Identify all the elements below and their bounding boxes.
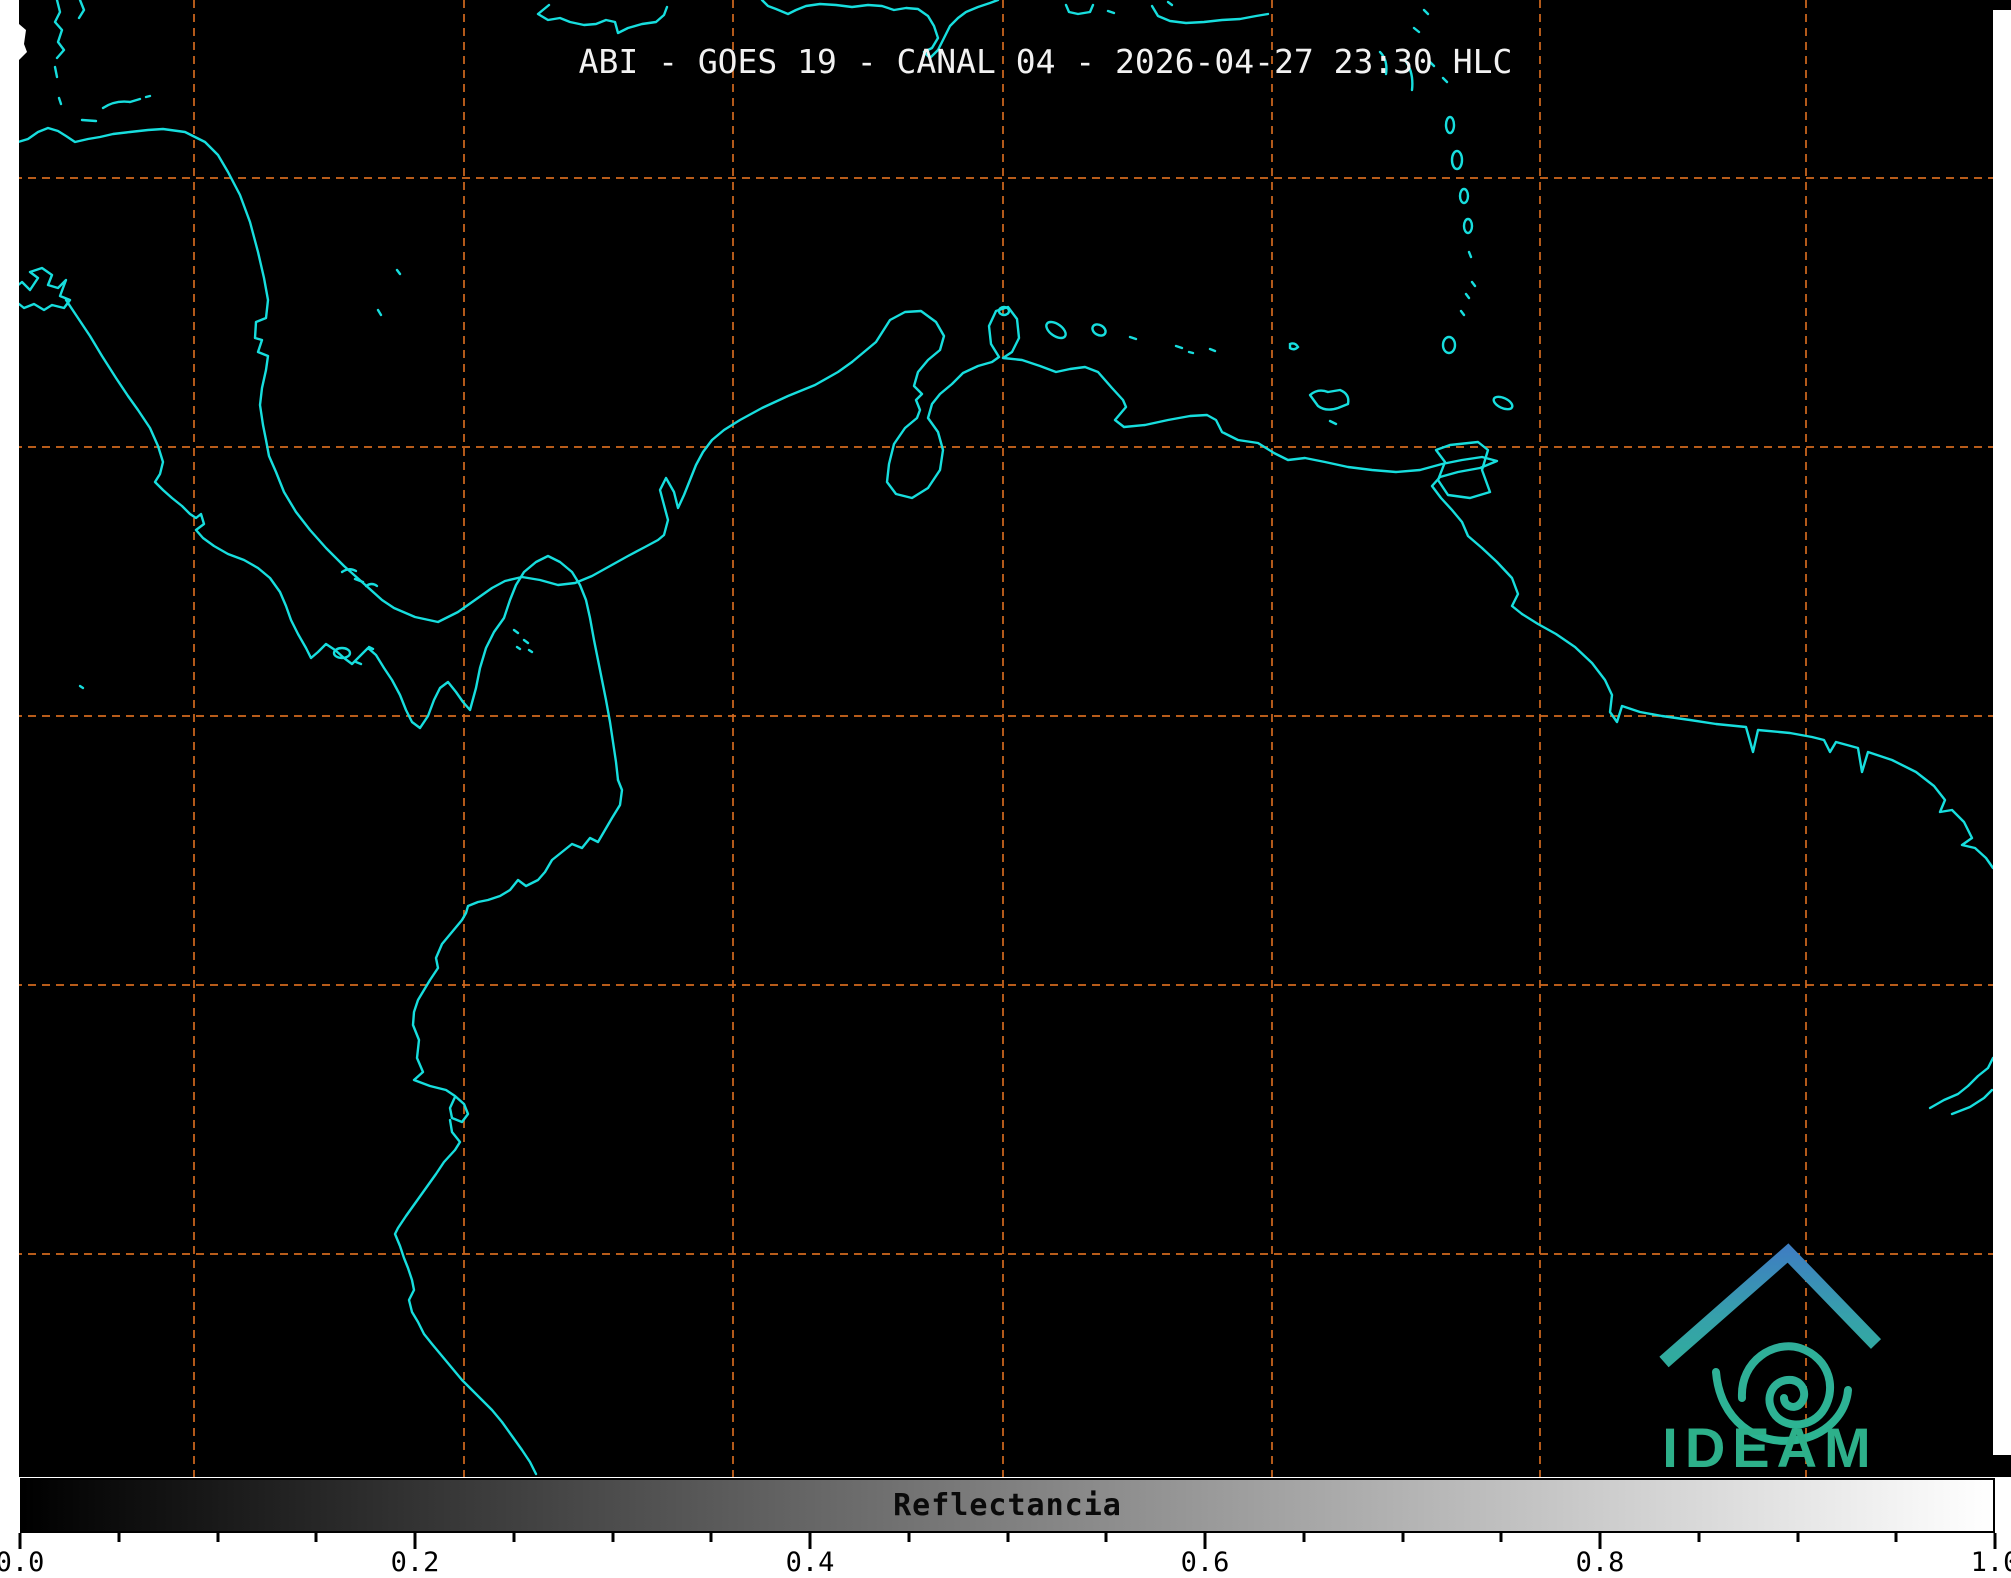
island-cocos xyxy=(80,686,83,688)
colorbar-tick-label: 0.8 xyxy=(1576,1547,1625,1578)
coastline-margarita xyxy=(1310,390,1348,424)
small-islands xyxy=(80,10,1514,688)
islands-pearl xyxy=(514,630,532,652)
satellite-map: IDEAM ABI - GOES 19 - CANAL 04 - 2026-04… xyxy=(0,0,2011,1477)
ideam-logo-text: IDEAM xyxy=(1662,1416,1877,1477)
colorbar-tick-label: 0.0 xyxy=(0,1547,44,1578)
island-st-lucia xyxy=(1460,189,1468,203)
islands-bocas-del-toro xyxy=(342,569,377,586)
colorbar-minor-tick xyxy=(1006,1533,1009,1542)
colorbar-minor-tick xyxy=(907,1533,910,1542)
coastline-guianas xyxy=(1522,614,1993,868)
colorbar-tick-label: 0.4 xyxy=(786,1547,835,1578)
colorbar-minor-tick xyxy=(216,1533,219,1542)
colorbar-minor-tick xyxy=(611,1533,614,1542)
colorbar-minor-tick xyxy=(1401,1533,1404,1542)
colorbar-minor-tick xyxy=(1895,1533,1898,1542)
colorbar-minor-tick xyxy=(1796,1533,1799,1542)
coastline-puerto-rico xyxy=(1066,5,1114,14)
colorbar-minor-tick xyxy=(710,1533,713,1542)
coastline-south-america-pacific xyxy=(395,780,622,1474)
island-aruba xyxy=(999,307,1009,315)
edge-strip-left-bulge xyxy=(19,24,27,60)
colorbar-tick-labels: 0.00.20.40.60.81.0 xyxy=(20,1547,1995,1577)
goes-satellite-product: { "title": "ABI - GOES 19 - CANAL 04 - 2… xyxy=(0,0,2011,1577)
edge-strip-left xyxy=(0,0,19,1477)
ideam-logo: IDEAM xyxy=(1662,1253,1877,1477)
edge-strip-right xyxy=(1993,10,2011,1455)
island-dominica xyxy=(1446,117,1454,133)
coastline-central-america-caribbean xyxy=(18,128,852,622)
coastline-central-america-pacific xyxy=(0,268,618,780)
colorbar-tick-label: 0.2 xyxy=(391,1547,440,1578)
island-curacao xyxy=(1044,319,1069,341)
island-st-vincent xyxy=(1464,219,1472,233)
colorbar-minor-tick xyxy=(315,1533,318,1542)
map-title: ABI - GOES 19 - CANAL 04 - 2026-04-27 23… xyxy=(40,44,2011,80)
colorbar-tick-label: 0.6 xyxy=(1181,1547,1230,1578)
coastlines xyxy=(0,0,1993,1474)
coastline-jamaica xyxy=(538,5,667,33)
colorbar-label: Reflectancia xyxy=(22,1480,1993,1531)
colorbar-minor-tick xyxy=(1302,1533,1305,1542)
colorbar-minor-tick xyxy=(512,1533,515,1542)
coastline-venezuela xyxy=(852,307,1522,614)
colorbar-minor-tick xyxy=(1500,1533,1503,1542)
island-grenada xyxy=(1443,337,1455,353)
coastline-island-chain-ne xyxy=(1152,2,1268,23)
ideam-logo-mountain xyxy=(1664,1253,1876,1362)
scan-edge-strips xyxy=(0,0,2011,1477)
colorbar-tick-label: 1.0 xyxy=(1971,1547,2011,1578)
island-martinique xyxy=(1452,151,1462,169)
colorbar: Reflectancia xyxy=(20,1478,1995,1533)
islands-grenadines xyxy=(1461,252,1475,315)
graticule-gridlines xyxy=(0,0,2011,1477)
island-bonaire xyxy=(1090,322,1107,338)
coastline-bay-islands xyxy=(82,96,150,121)
colorbar-minor-tick xyxy=(1697,1533,1700,1542)
colorbar-minor-tick xyxy=(1105,1533,1108,1542)
colorbar-minor-tick xyxy=(117,1533,120,1542)
island-tobago xyxy=(1492,394,1514,412)
coastline-amazon-mouth xyxy=(1930,1058,1993,1114)
islands-san-andres-providencia xyxy=(378,270,400,315)
map-canvas: IDEAM xyxy=(0,0,2011,1477)
